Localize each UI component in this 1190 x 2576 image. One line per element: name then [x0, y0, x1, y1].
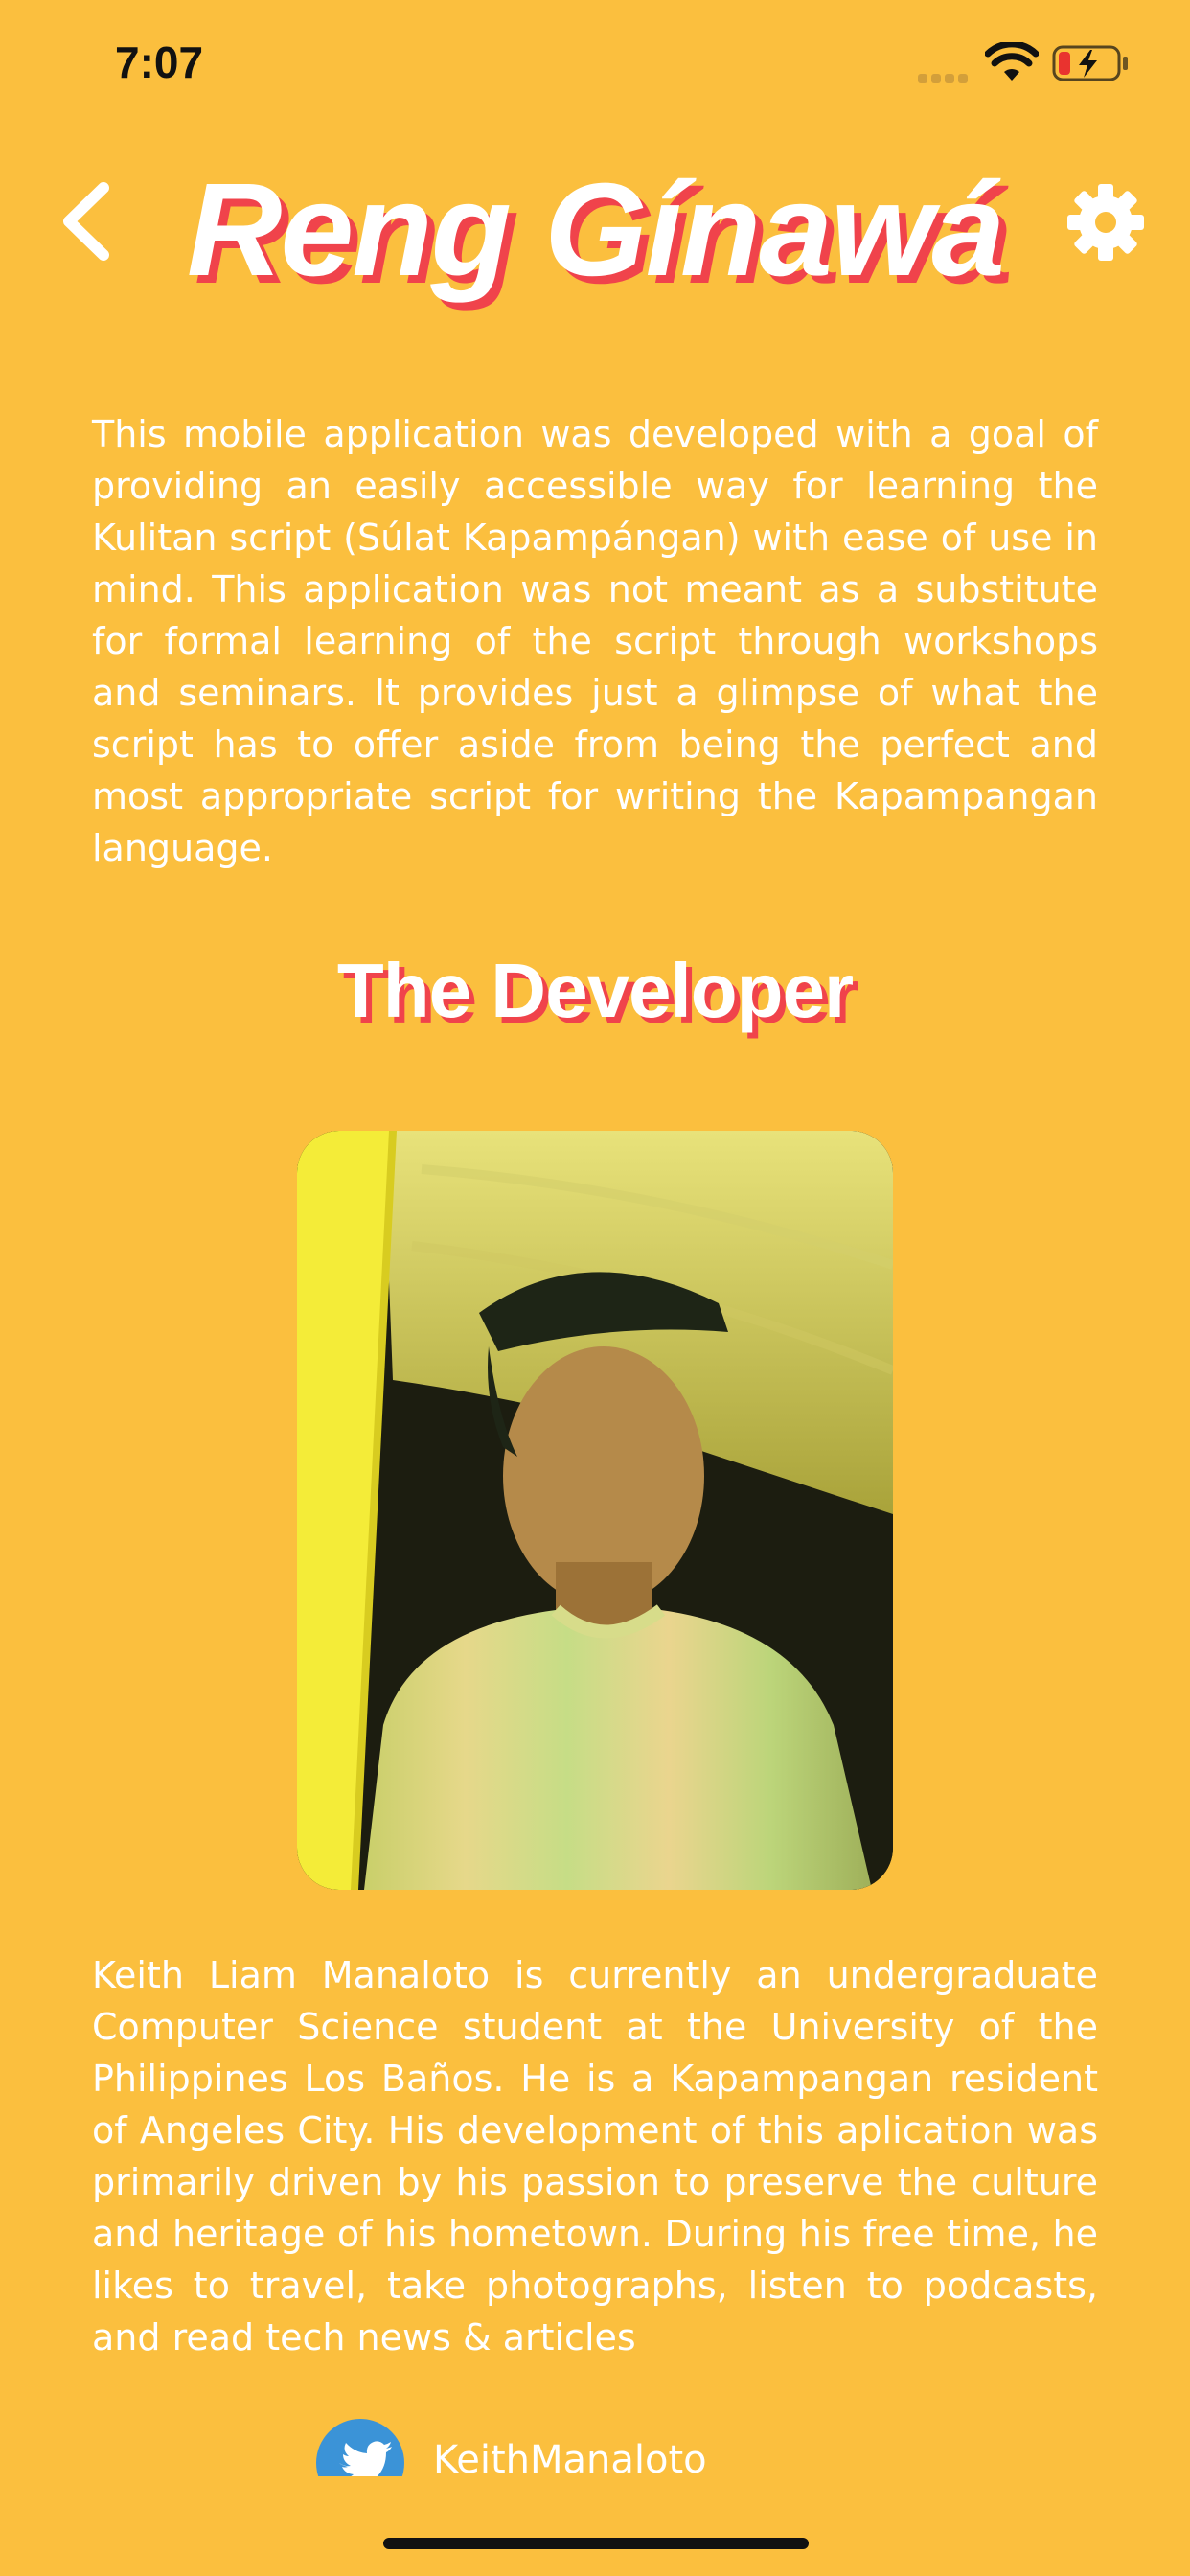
- back-button[interactable]: [56, 178, 119, 264]
- developer-bio: Keith Liam Manaloto is currently an unde…: [92, 1954, 1098, 2358]
- developer-photo: [297, 1131, 893, 1890]
- cellular-signal-icon: [918, 69, 972, 83]
- chevron-left-icon: [63, 182, 109, 261]
- page-title: Reng Gínawá: [186, 156, 1005, 304]
- intro-paragraph: This mobile application was developed wi…: [92, 413, 1098, 869]
- home-indicator[interactable]: [383, 2538, 809, 2549]
- twitter-handle: KeithManaloto: [433, 2438, 707, 2476]
- twitter-icon: [316, 2419, 404, 2476]
- wifi-icon: [985, 42, 1039, 80]
- settings-button[interactable]: [1065, 182, 1146, 263]
- developer-heading: The Developer: [336, 948, 854, 1033]
- gear-icon: [1067, 184, 1144, 261]
- status-bar: 7:07: [0, 0, 1190, 125]
- twitter-link[interactable]: KeithManaloto: [316, 2419, 891, 2476]
- battery-charging-icon: [1052, 45, 1128, 81]
- status-time: 7:07: [115, 37, 204, 87]
